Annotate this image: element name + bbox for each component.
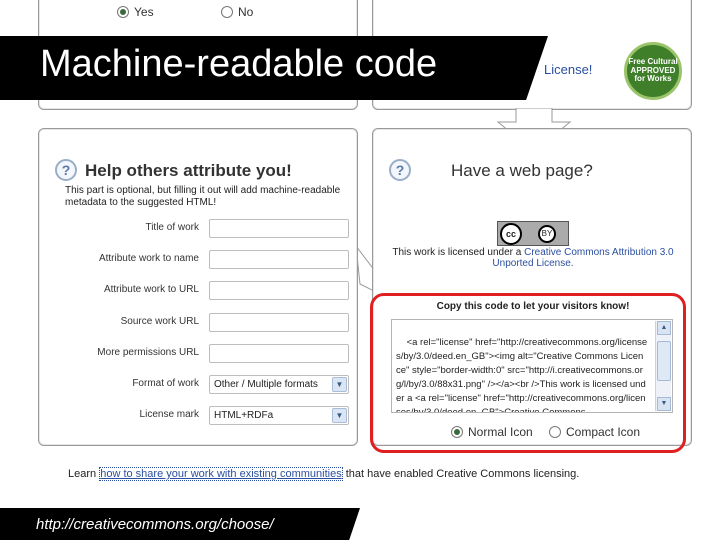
format-label: Format of work <box>132 378 199 389</box>
radio-yes[interactable]: Yes <box>117 5 154 19</box>
source-url-input[interactable] <box>209 313 349 332</box>
learn-prefix: Learn <box>68 468 100 480</box>
markup-label: License mark <box>139 409 199 420</box>
form-row-attribution-name: Attribute work to name <box>47 250 349 270</box>
attribution-heading: Help others attribute you! <box>85 161 292 180</box>
attribution-url-label: Attribute work to URL <box>103 284 199 295</box>
highlight-ring <box>370 293 686 453</box>
radio-no-label: No <box>238 5 254 19</box>
form-row-permissions-url: More permissions URL <box>47 344 349 364</box>
selected-license-link[interactable]: License! <box>544 62 592 77</box>
markup-select-value: HTML+RDFa <box>214 410 274 421</box>
form-row-source-url: Source work URL <box>47 313 349 333</box>
free-cultural-works-badge: Free Cultural APPROVED for Works <box>624 42 682 100</box>
chevron-down-icon[interactable]: ▼ <box>332 377 347 392</box>
learn-more-line: Learn how to share your work with existi… <box>68 467 580 481</box>
help-icon[interactable]: ? <box>389 159 411 181</box>
format-select[interactable]: Other / Multiple formats ▼ <box>209 375 349 394</box>
cc-by-license-logo[interactable]: cc BY <box>497 221 569 246</box>
learn-communities-link[interactable]: how to share your work with existing com… <box>99 467 343 481</box>
format-select-value: Other / Multiple formats <box>214 379 318 390</box>
form-row-markup: License mark HTML+RDFa ▼ <box>47 406 349 426</box>
form-row-format: Format of work Other / Multiple formats … <box>47 375 349 395</box>
permissions-url-input[interactable] <box>209 344 349 363</box>
attribution-name-label: Attribute work to name <box>98 253 199 264</box>
attribution-url-input[interactable] <box>209 281 349 300</box>
form-row-title: Title of work <box>47 219 349 239</box>
slide-title-banner: Machine-readable code <box>0 36 548 100</box>
license-statement: This work is licensed under a Creative C… <box>383 247 683 269</box>
attribution-panel: ? Help others attribute you! This part i… <box>38 128 358 446</box>
radio-no[interactable]: No <box>221 5 253 19</box>
source-url-label: Source work URL <box>120 316 199 327</box>
radio-no-dot[interactable] <box>221 6 233 18</box>
attribution-name-input[interactable] <box>209 250 349 269</box>
attribution-intro: This part is optional, but filling it ou… <box>65 185 341 208</box>
chevron-down-icon[interactable]: ▼ <box>332 408 347 423</box>
badge-text: Free Cultural APPROVED for Works <box>628 56 678 84</box>
markup-select[interactable]: HTML+RDFa ▼ <box>209 406 349 425</box>
form-row-attribution-url: Attribute work to URL <box>47 281 349 301</box>
learn-suffix: that have enabled Creative Commons licen… <box>342 468 580 480</box>
title-input[interactable] <box>209 219 349 238</box>
webpage-heading: Have a web page? <box>451 161 593 180</box>
license-statement-prefix: This work is licensed under a <box>392 247 525 258</box>
title-label: Title of work <box>145 222 199 233</box>
permissions-url-label: More permissions URL <box>97 347 199 358</box>
url-text: http://creativecommons.org/choose/ <box>36 516 274 533</box>
by-person-icon: BY <box>538 224 556 243</box>
help-icon[interactable]: ? <box>55 159 77 181</box>
url-banner: http://creativecommons.org/choose/ <box>0 508 360 540</box>
radio-yes-dot[interactable] <box>117 6 129 18</box>
slide-title: Machine-readable code <box>40 43 438 85</box>
radio-yes-label: Yes <box>134 5 154 19</box>
cc-logo-icon: cc <box>500 222 522 245</box>
